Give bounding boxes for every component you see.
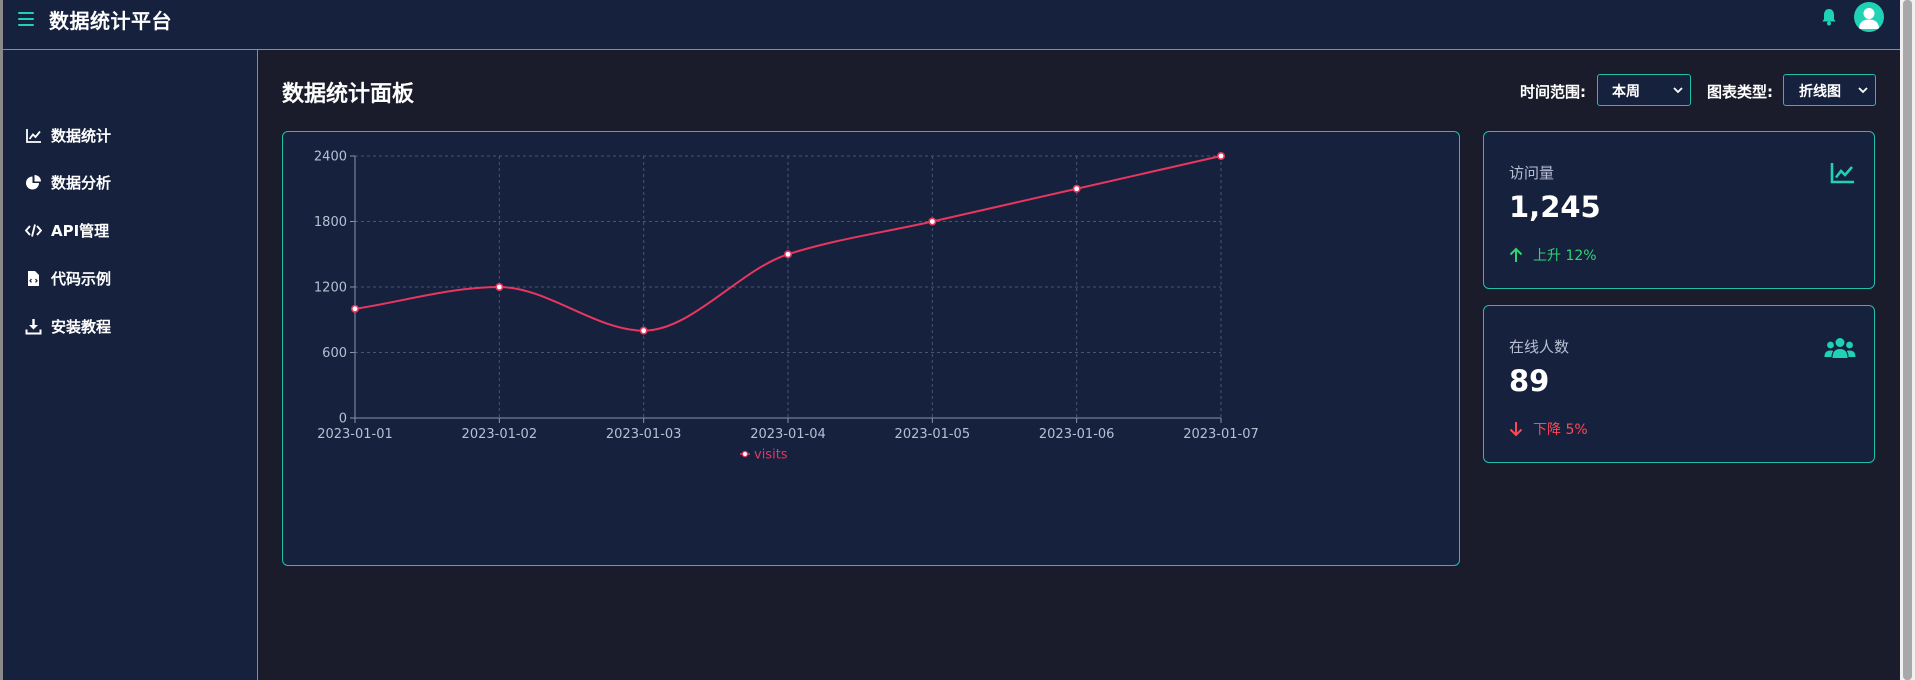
- scrollbar-thumb[interactable]: [1903, 0, 1912, 680]
- code-icon: [25, 223, 42, 237]
- sidebar-item-label: 代码示例: [51, 269, 112, 288]
- sidebar-item-data-analysis[interactable]: 数据分析: [25, 170, 111, 194]
- chart-type-value: 折线图: [1799, 84, 1841, 100]
- x-tick-label: 2023-01-06: [1039, 427, 1115, 442]
- sidebar-item-code-examples[interactable]: 代码示例: [25, 266, 111, 290]
- pie-chart-icon: [26, 174, 41, 189]
- x-tick-label: 2023-01-05: [895, 427, 971, 442]
- top-header: 数据统计平台: [3, 0, 1900, 50]
- x-tick-label: 2023-01-03: [606, 427, 682, 442]
- sidebar-item-label: API管理: [51, 221, 110, 240]
- x-tick-label: 2023-01-04: [750, 427, 826, 442]
- x-tick-label: 2023-01-02: [462, 427, 538, 442]
- sidebar: 数据统计 数据分析 API管理 代码示例 安装教程: [3, 50, 258, 680]
- menu-icon[interactable]: [18, 12, 36, 27]
- y-tick-label: 600: [322, 346, 347, 361]
- sidebar-item-label: 安装教程: [51, 317, 112, 336]
- x-tick-label: 2023-01-01: [317, 427, 393, 442]
- download-icon: [25, 318, 42, 334]
- data-point: [351, 304, 360, 313]
- y-tick-label: 1200: [314, 281, 347, 296]
- data-point: [928, 217, 937, 226]
- y-tick-label: 0: [339, 412, 347, 427]
- data-point: [1216, 151, 1225, 160]
- stat-change-text: 上升 12%: [1533, 248, 1597, 264]
- time-range-value: 本周: [1612, 84, 1640, 100]
- sidebar-item-install-guide[interactable]: 安装教程: [25, 314, 111, 338]
- data-point: [495, 283, 504, 292]
- arrow-down-icon: [1509, 422, 1523, 437]
- data-point: [639, 326, 648, 335]
- stat-title: 访问量: [1509, 164, 1555, 182]
- line-chart-icon: [26, 128, 41, 143]
- y-tick-label: 2400: [314, 150, 347, 165]
- sidebar-item-api[interactable]: API管理: [25, 218, 109, 242]
- user-avatar[interactable]: [1854, 2, 1884, 32]
- legend-marker: [741, 450, 749, 458]
- stat-card-visits: 访问量 1,245 上升 12%: [1483, 131, 1875, 289]
- chart-type-select[interactable]: 折线图: [1783, 74, 1876, 106]
- arrow-up-icon: [1509, 247, 1523, 262]
- chevron-down-icon: [1673, 87, 1683, 94]
- time-range-label: 时间范围:: [1520, 83, 1586, 101]
- y-tick-label: 1800: [314, 215, 347, 230]
- stat-value: 89: [1509, 364, 1550, 398]
- time-range-select[interactable]: 本周: [1597, 74, 1691, 106]
- data-point: [1072, 184, 1081, 193]
- chart-card: 0 600 1200 1800 2400 2023-01-01 2023-01-02 2023…: [282, 131, 1460, 566]
- sidebar-item-data-stats[interactable]: 数据统计: [25, 123, 111, 147]
- page-title: 数据统计面板: [282, 82, 415, 107]
- x-tick-label: 2023-01-07: [1183, 427, 1259, 442]
- user-icon: [1859, 8, 1879, 29]
- file-code-icon: [28, 270, 39, 286]
- legend-label: visits: [754, 448, 788, 463]
- data-point: [783, 250, 792, 259]
- stat-change-text: 下降 5%: [1533, 422, 1588, 438]
- app-frame: 数据统计平台 数据统计 数据分析 API管理 代码示例 安装教程 数据统计面板 …: [0, 0, 1915, 680]
- line-chart: 0 600 1200 1800 2400 2023-01-01 2023-01-02 2023…: [314, 150, 1259, 463]
- stat-change: 下降 5%: [1509, 419, 1588, 439]
- users-icon: [1824, 338, 1856, 358]
- chart-type-label: 图表类型:: [1707, 83, 1773, 101]
- stat-change: 上升 12%: [1509, 245, 1597, 265]
- stat-title: 在线人数: [1509, 338, 1570, 356]
- page-scrollbar[interactable]: [1900, 0, 1915, 680]
- stat-value: 1,245: [1509, 190, 1601, 224]
- bell-icon[interactable]: [1821, 8, 1837, 26]
- sidebar-item-label: 数据统计: [51, 126, 112, 145]
- app-title: 数据统计平台: [49, 9, 172, 33]
- sidebar-item-label: 数据分析: [51, 173, 112, 192]
- line-chart-icon: [1830, 163, 1854, 184]
- chevron-down-icon: [1858, 87, 1868, 94]
- stat-card-online-users: 在线人数 89 下降 5%: [1483, 305, 1875, 463]
